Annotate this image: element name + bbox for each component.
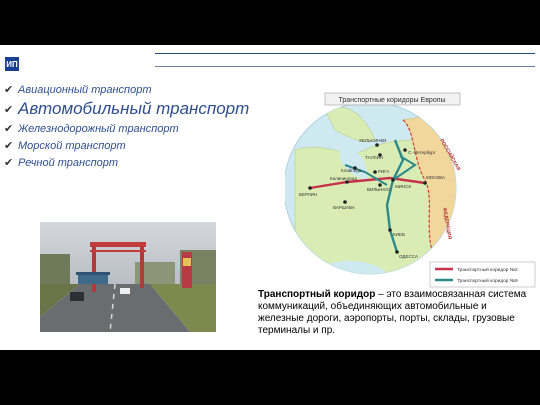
- city-label: С.-Петербург: [408, 150, 436, 155]
- city-label: ТАЛЛИН: [365, 155, 383, 160]
- corridor-definition: Транспортный коридор – это взаимосвязанн…: [258, 289, 528, 337]
- city-label: Клайпеда: [341, 167, 362, 173]
- city-label: Калининград: [330, 176, 357, 181]
- legend-label: Транспортный коридор №2: [457, 266, 518, 273]
- slide: ИП ✔ Авиационный транспорт ✔ Автомобильный…: [0, 45, 540, 350]
- checkmark-icon: ✔: [4, 140, 14, 152]
- map-title: Транспортные коридоры Европы: [338, 97, 445, 104]
- divider-line: [155, 53, 535, 54]
- checkmark-icon: ✔: [4, 103, 14, 116]
- list-item: ✔ Морской транспорт: [4, 139, 126, 153]
- city-label: ВАРШАВА: [333, 205, 355, 210]
- list-item: ✔ Автомобильный транспорт: [4, 99, 250, 118]
- city-label: ОДЕССА: [399, 254, 418, 259]
- transport-list: ✔ Авиационный транспорт ✔ Автомобильный тр…: [4, 81, 249, 171]
- city-label: ВИЛЬНЮС: [367, 187, 391, 192]
- city-label: МОСКВА: [426, 175, 445, 180]
- checkmark-icon: ✔: [4, 157, 14, 169]
- city-label: РИГА: [378, 169, 389, 174]
- city-label: ХЕЛЬСИНКИ: [359, 138, 386, 143]
- list-item: ✔ Железнодорожный транспорт: [4, 122, 179, 136]
- city-label: МИНСК: [395, 184, 411, 189]
- logo: ИП: [5, 57, 19, 71]
- city-label: БЕРЛИН: [299, 192, 317, 197]
- europe-corridors-map: ХЕЛЬСИНКИ С.-Петербург ТАЛЛИН Клайпеда Р…: [285, 90, 540, 289]
- divider-line: [155, 66, 535, 67]
- checkmark-icon: ✔: [4, 84, 14, 96]
- legend-label: Транспортный коридор №9: [457, 277, 518, 284]
- defined-term: Транспортный коридор: [258, 289, 376, 300]
- checkmark-icon: ✔: [4, 123, 14, 135]
- city-label: КИЕВ: [393, 232, 405, 237]
- border-crossing-photo: [40, 222, 216, 332]
- list-item: ✔ Речной транспорт: [4, 156, 119, 170]
- list-item: ✔ Авиационный транспорт: [4, 83, 152, 97]
